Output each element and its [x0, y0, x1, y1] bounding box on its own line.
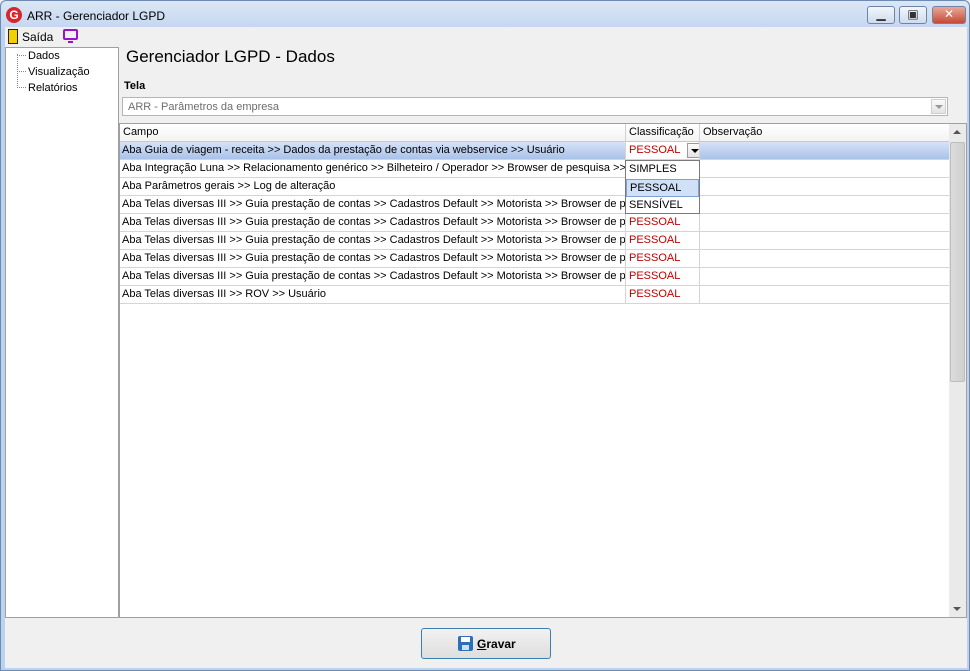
dropdown-option-simples[interactable]: SIMPLES: [626, 161, 699, 179]
dropdown-option-sensivel[interactable]: SENSÍVEL: [626, 197, 699, 215]
data-grid: Campo Classificação Observação Aba Guia …: [119, 123, 967, 618]
cell-campo[interactable]: Aba Telas diversas III >> Guia prestação…: [120, 250, 626, 267]
save-button-label: Gravar: [477, 637, 516, 651]
cell-campo[interactable]: Aba Telas diversas III >> Guia prestação…: [120, 196, 626, 213]
client-area: Saída Dados Visualização Relatórios Gere…: [5, 27, 967, 668]
tree-item-relatorios[interactable]: Relatórios: [28, 82, 78, 94]
tree-item-dados[interactable]: Dados: [28, 50, 60, 62]
cell-observacao[interactable]: [700, 232, 950, 249]
column-header-campo[interactable]: Campo: [120, 124, 626, 142]
cell-campo[interactable]: Aba Telas diversas III >> Guia prestação…: [120, 232, 626, 249]
title-bar[interactable]: G ARR - Gerenciador LGPD ▁ ▣ ✕: [1, 1, 969, 29]
cell-observacao[interactable]: [700, 250, 950, 267]
cell-campo[interactable]: Aba Telas diversas III >> Guia prestação…: [120, 268, 626, 285]
tree-connector: [17, 71, 26, 72]
exit-door-icon[interactable]: [8, 29, 18, 44]
classification-select[interactable]: PESSOAL: [626, 142, 700, 159]
cell-observacao[interactable]: [700, 196, 950, 213]
app-window: G ARR - Gerenciador LGPD ▁ ▣ ✕ Saída Dad…: [0, 0, 970, 671]
table-row[interactable]: Aba Integração Luna >> Relacionamento ge…: [120, 160, 950, 178]
table-row[interactable]: Aba Telas diversas III >> Guia prestação…: [120, 196, 950, 214]
page-title: Gerenciador LGPD - Dados: [126, 47, 335, 66]
floppy-disk-icon: [458, 636, 473, 651]
cell-campo[interactable]: Aba Telas diversas III >> Guia prestação…: [120, 214, 626, 231]
table-row[interactable]: Aba Telas diversas III >> Guia prestação…: [120, 214, 950, 232]
tree-connector: [17, 54, 18, 86]
table-row[interactable]: Aba Parâmetros gerais >> Log de alteraçã…: [120, 178, 950, 196]
cell-observacao[interactable]: [700, 160, 950, 177]
vertical-scrollbar[interactable]: [949, 124, 966, 617]
cell-observacao[interactable]: [700, 286, 950, 303]
close-button[interactable]: ✕: [932, 6, 966, 24]
cell-classificacao[interactable]: PESSOAL: [626, 232, 700, 249]
save-button[interactable]: Gravar: [421, 628, 551, 659]
chevron-down-icon[interactable]: [687, 143, 699, 158]
cell-classificacao[interactable]: PESSOAL: [626, 214, 700, 231]
scroll-thumb[interactable]: [950, 142, 965, 382]
dropdown-option-pessoal[interactable]: PESSOAL: [626, 179, 699, 197]
grid-header: Campo Classificação Observação: [120, 124, 950, 142]
table-row[interactable]: Aba Telas diversas III >> ROV >> Usuário…: [120, 286, 950, 304]
column-header-classificacao[interactable]: Classificação: [626, 124, 700, 142]
monitor-icon[interactable]: [63, 29, 78, 43]
table-row[interactable]: Aba Telas diversas III >> Guia prestação…: [120, 268, 950, 286]
tree-connector: [17, 87, 26, 88]
cell-observacao[interactable]: [700, 178, 950, 195]
cell-campo[interactable]: Aba Telas diversas III >> ROV >> Usuário: [120, 286, 626, 303]
table-row[interactable]: Aba Telas diversas III >> Guia prestação…: [120, 250, 950, 268]
navigation-tree: Dados Visualização Relatórios: [5, 47, 119, 618]
tela-select-value: ARR - Parâmetros da empresa: [128, 101, 279, 113]
cell-campo[interactable]: Aba Guia de viagem - receita >> Dados da…: [120, 142, 626, 159]
cell-observacao[interactable]: [700, 214, 950, 231]
window-title: ARR - Gerenciador LGPD: [27, 9, 166, 23]
minimize-button[interactable]: ▁: [867, 6, 895, 24]
menu-bar: Saída: [5, 27, 967, 45]
cell-classificacao[interactable]: PESSOAL: [626, 268, 700, 285]
scroll-down-icon[interactable]: [949, 600, 966, 617]
tela-select[interactable]: ARR - Parâmetros da empresa: [122, 97, 948, 116]
column-header-observacao[interactable]: Observação: [700, 124, 950, 142]
classification-dropdown-list: SIMPLES PESSOAL SENSÍVEL: [625, 160, 700, 214]
scroll-up-icon[interactable]: [949, 124, 966, 141]
maximize-button[interactable]: ▣: [899, 6, 927, 24]
cell-classificacao: PESSOAL: [629, 144, 681, 156]
table-row[interactable]: Aba Guia de viagem - receita >> Dados da…: [120, 142, 950, 160]
cell-observacao[interactable]: [700, 268, 950, 285]
grid-rows: Aba Guia de viagem - receita >> Dados da…: [120, 142, 950, 304]
cell-campo[interactable]: Aba Parâmetros gerais >> Log de alteraçã…: [120, 178, 626, 195]
cell-classificacao[interactable]: PESSOAL: [626, 250, 700, 267]
tela-label: Tela: [124, 80, 146, 92]
table-row[interactable]: Aba Telas diversas III >> Guia prestação…: [120, 232, 950, 250]
app-logo-icon: G: [6, 7, 22, 23]
cell-classificacao[interactable]: PESSOAL: [626, 286, 700, 303]
cell-observacao[interactable]: [700, 142, 950, 159]
chevron-down-icon[interactable]: [931, 99, 946, 114]
exit-menu-item[interactable]: Saída: [22, 30, 53, 44]
tree-connector: [17, 55, 26, 56]
tree-item-visualizacao[interactable]: Visualização: [28, 66, 90, 78]
cell-campo[interactable]: Aba Integração Luna >> Relacionamento ge…: [120, 160, 626, 177]
